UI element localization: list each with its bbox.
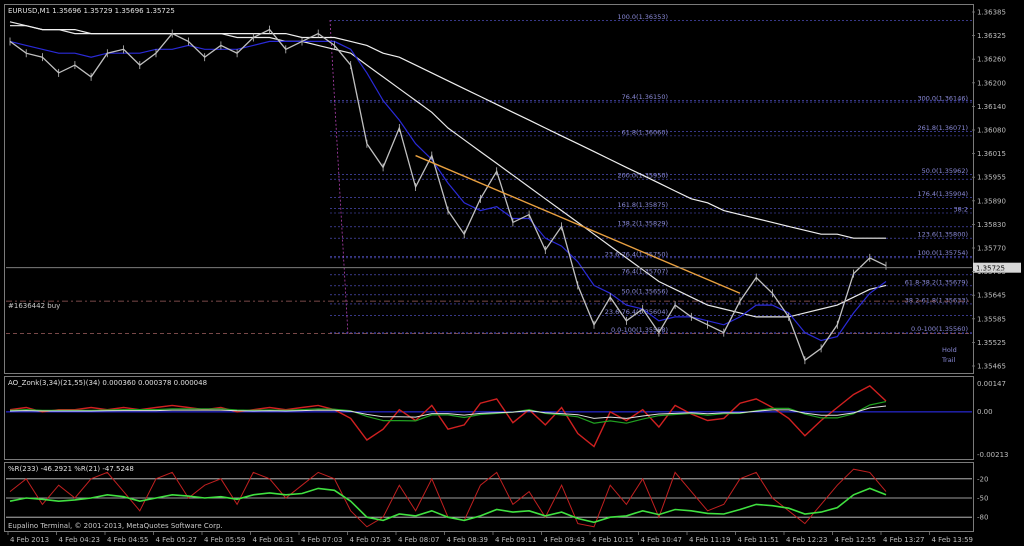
y-tick-label: 1.35705 <box>977 268 1006 276</box>
x-tick-label: 4 Feb 10:15 <box>592 536 633 544</box>
x-tick-label: 4 Feb 04:55 <box>107 536 148 544</box>
x-tick-label: 4 Feb 12:23 <box>786 536 827 544</box>
y-tick-label: 1.35645 <box>977 292 1006 300</box>
ao-tick-label: 0.00147 <box>977 380 1006 388</box>
x-tick-label: 4 Feb 2013 <box>10 536 49 544</box>
y-tick-label: 1.36080 <box>977 127 1006 135</box>
fib-level-label: 300.0(1.36146) <box>917 95 968 103</box>
fib-level-label: 23.6-76.4(1.35604) <box>605 308 668 316</box>
y-tick-label: 1.36140 <box>977 103 1006 111</box>
y-tick-label: 1.35770 <box>977 245 1006 253</box>
chart-canvas[interactable]: 100.0(1.36353) 300.0(1.36146) 76.4(1.36150… <box>0 0 1024 546</box>
x-tick-label: 4 Feb 04:23 <box>59 536 100 544</box>
y-tick-label: 1.35830 <box>977 221 1006 229</box>
y-tick-label: 1.35955 <box>977 174 1006 182</box>
x-tick-label: 4 Feb 07:03 <box>301 536 342 544</box>
x-tick-label: 4 Feb 08:07 <box>398 536 439 544</box>
x-tick-label: 4 Feb 12:55 <box>835 536 876 544</box>
ao-tick-label: 0.00 <box>977 408 993 416</box>
fib-level-label: 138.2(1.35829) <box>617 219 668 227</box>
x-tick-label: 4 Feb 09:11 <box>495 536 536 544</box>
fib-level-label: 0.0-100(1.35560) <box>911 325 968 333</box>
y-tick-label: 1.35525 <box>977 339 1006 347</box>
wpr-tick-label: -80 <box>977 514 988 522</box>
x-tick-label: 4 Feb 11:19 <box>689 536 730 544</box>
fib-level-label: 38.2 <box>954 206 968 214</box>
footer-copyright: Eupalino Terminal, © 2001-2013, MetaQuot… <box>8 522 223 530</box>
right-tag-label: Hold <box>942 346 957 354</box>
fib-level-label: 100.0(1.35754) <box>917 249 968 257</box>
fib-level-label: 61.8-38.2(1.35679) <box>905 278 968 286</box>
ao-header: AO_Zonk(3,34)(21,55)(34) 0.000360 0.0003… <box>8 379 207 387</box>
wpr-tick-label: -20 <box>977 475 988 483</box>
y-tick-label: 1.35465 <box>977 363 1006 371</box>
x-tick-label: 4 Feb 07:35 <box>350 536 391 544</box>
y-tick-label: 1.36015 <box>977 150 1006 158</box>
fib-level-label: 176.4(1.35904) <box>917 190 968 198</box>
symbol-header: EURUSD,M1 1.35696 1.35729 1.35696 1.3572… <box>8 7 175 15</box>
y-tick-label: 1.36385 <box>977 9 1006 17</box>
fib-level-label: 100.0(1.36353) <box>617 13 668 21</box>
ao-tick-label: -0.00213 <box>977 451 1008 459</box>
x-tick-label: 4 Feb 13:27 <box>883 536 924 544</box>
chart-window: 100.0(1.36353) 300.0(1.36146) 76.4(1.36150… <box>0 0 1024 546</box>
fib-level-label: 123.6(1.35800) <box>917 231 968 239</box>
x-tick-label: 4 Feb 09:43 <box>544 536 585 544</box>
buy-order-label[interactable]: #1636442 buy <box>8 302 60 310</box>
x-tick-label: 4 Feb 11:51 <box>738 536 779 544</box>
y-tick-label: 1.36260 <box>977 56 1006 64</box>
y-tick-label: 1.35585 <box>977 315 1006 323</box>
fib-level-label: 50.0(1.35656) <box>622 287 668 295</box>
fib-level-label: 261.8(1.36071) <box>917 124 968 132</box>
fib-level-label: 23.6-76.4(1.35750) <box>605 250 668 258</box>
fib-level-label: 38.2-61.8(1.35633) <box>905 296 968 304</box>
x-tick-label: 4 Feb 10:47 <box>641 536 682 544</box>
fib-level-label: 76.4(1.36150) <box>622 93 668 101</box>
wpr-tick-label: -50 <box>977 495 988 503</box>
y-tick-label: 1.36325 <box>977 32 1006 40</box>
x-tick-label: 4 Feb 05:27 <box>156 536 197 544</box>
x-tick-label: 4 Feb 05:59 <box>204 536 245 544</box>
y-tick-label: 1.36200 <box>977 79 1006 87</box>
right-tag-label: Trail <box>941 356 955 364</box>
y-tick-label: 1.35890 <box>977 197 1006 205</box>
x-tick-label: 4 Feb 08:39 <box>447 536 488 544</box>
wpr-header: %R(233) -46.2921 %R(21) -47.5248 <box>8 465 134 473</box>
fib-level-label: 161.8(1.35875) <box>617 201 668 209</box>
fib-level-label: 61.8(1.36060) <box>622 128 668 136</box>
fib-level-label: 50.0(1.35962) <box>922 167 968 175</box>
x-tick-label: 4 Feb 13:59 <box>932 536 973 544</box>
x-tick-label: 4 Feb 06:31 <box>253 536 294 544</box>
